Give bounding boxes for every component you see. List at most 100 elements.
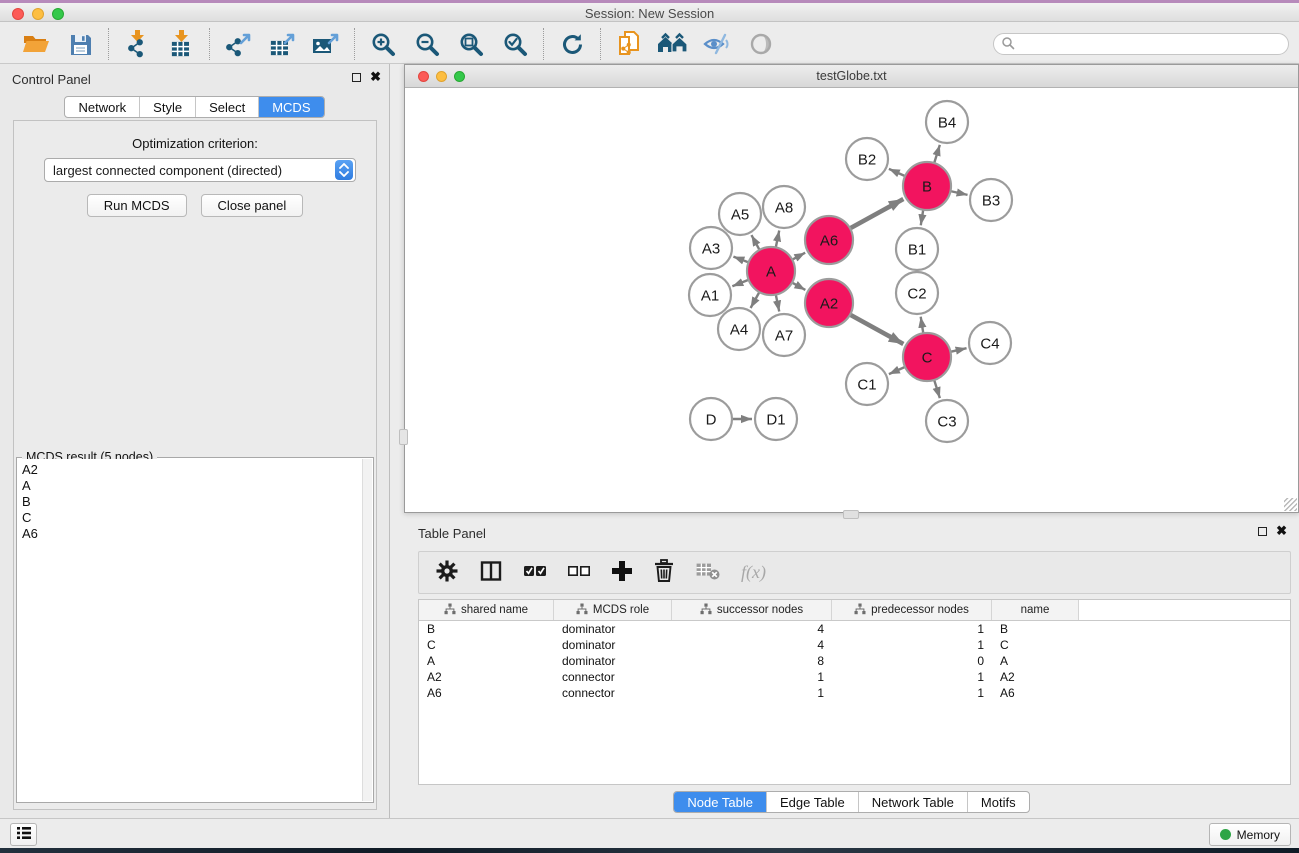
optimization-criterion-dropdown[interactable]: largest connected component (directed)	[44, 158, 356, 182]
column-header-shared-name[interactable]: shared name	[419, 600, 554, 620]
table-cell[interactable]: dominator	[554, 622, 672, 636]
table-cell[interactable]: 1	[832, 686, 992, 700]
graph-edge[interactable]	[889, 367, 905, 374]
vertical-splitter-grip[interactable]	[399, 429, 408, 445]
table-cell[interactable]: B	[992, 622, 1079, 636]
graph-edge[interactable]	[889, 169, 905, 176]
duplicate-network-button[interactable]	[611, 27, 647, 61]
open-folder-button[interactable]	[18, 27, 54, 61]
refresh-button[interactable]	[554, 27, 590, 61]
table-cell[interactable]: 4	[672, 622, 832, 636]
table-cell[interactable]: A2	[992, 670, 1079, 684]
graph-edge[interactable]	[751, 235, 759, 250]
zoom-fit-button[interactable]	[453, 27, 489, 61]
task-history-button[interactable]	[10, 823, 37, 846]
graph-node-D[interactable]: D	[690, 398, 732, 440]
tab-node-table[interactable]: Node Table	[674, 792, 766, 812]
graph-node-B3[interactable]: B3	[970, 179, 1012, 221]
table-cell[interactable]: A	[992, 654, 1079, 668]
table-row[interactable]: A2connector11A2	[419, 669, 1290, 685]
result-scrollbar[interactable]	[362, 459, 372, 801]
gear-button[interactable]	[435, 556, 459, 590]
tab-style[interactable]: Style	[139, 97, 195, 117]
mcds-result-list[interactable]: A2ABCA6	[18, 459, 362, 801]
network-canvas[interactable]: B4B2BB3A5A8A6B1A3AA1C2A2A4A7C4CC1C3DD1	[405, 89, 1298, 512]
column-header-successor-nodes[interactable]: successor nodes	[672, 600, 832, 620]
table-cell[interactable]: A2	[419, 670, 554, 684]
graph-node-A7[interactable]: A7	[763, 314, 805, 356]
float-panel-icon[interactable]	[352, 73, 361, 82]
zoom-out-button[interactable]	[409, 27, 445, 61]
graph-node-B2[interactable]: B2	[846, 138, 888, 180]
table-cell[interactable]: 1	[672, 686, 832, 700]
import-table-button[interactable]	[163, 27, 199, 61]
tab-edge-table[interactable]: Edge Table	[766, 792, 858, 812]
zoom-in-button[interactable]	[365, 27, 401, 61]
graph-edge[interactable]	[732, 280, 748, 286]
select-all-button[interactable]	[523, 556, 547, 590]
table-cell[interactable]: connector	[554, 670, 672, 684]
graph-node-A5[interactable]: A5	[719, 193, 761, 235]
graph-node-A8[interactable]: A8	[763, 186, 805, 228]
result-item[interactable]: A2	[22, 462, 362, 478]
export-image-button[interactable]	[308, 27, 344, 61]
graph-node-C3[interactable]: C3	[926, 400, 968, 442]
window-resize-grip[interactable]	[1284, 498, 1297, 511]
search-input[interactable]	[1015, 37, 1288, 51]
export-network-button[interactable]	[220, 27, 256, 61]
graph-edge[interactable]	[850, 315, 903, 344]
network-graph[interactable]: B4B2BB3A5A8A6B1A3AA1C2A2A4A7C4CC1C3DD1	[405, 89, 1298, 512]
graph-edge[interactable]	[921, 317, 924, 334]
column-header-name[interactable]: name	[992, 600, 1079, 620]
table-cell[interactable]: A6	[419, 686, 554, 700]
delete-row-button[interactable]	[653, 556, 675, 590]
graph-node-C1[interactable]: C1	[846, 363, 888, 405]
table-cell[interactable]: A	[419, 654, 554, 668]
result-item[interactable]: A6	[22, 526, 362, 542]
table-cell[interactable]: 1	[832, 638, 992, 652]
table-cell[interactable]: 4	[672, 638, 832, 652]
table-cell[interactable]: B	[419, 622, 554, 636]
tab-network[interactable]: Network	[65, 97, 139, 117]
table-cell[interactable]: 1	[672, 670, 832, 684]
graph-node-A2[interactable]: A2	[805, 279, 853, 327]
column-header-predecessor-nodes[interactable]: predecessor nodes	[832, 600, 992, 620]
split-columns-button[interactable]	[479, 556, 503, 590]
table-cell[interactable]: dominator	[554, 654, 672, 668]
float-table-panel-icon[interactable]	[1258, 527, 1267, 536]
search-box[interactable]	[993, 33, 1289, 55]
result-item[interactable]: A	[22, 478, 362, 494]
deselect-all-button[interactable]	[567, 556, 591, 590]
export-table-button[interactable]	[264, 27, 300, 61]
graph-edge[interactable]	[950, 348, 966, 352]
table-row[interactable]: Bdominator41B	[419, 621, 1290, 637]
graph-edge[interactable]	[934, 380, 940, 398]
graph-edge[interactable]	[733, 257, 748, 263]
table-row[interactable]: Cdominator41C	[419, 637, 1290, 653]
table-cell[interactable]: connector	[554, 686, 672, 700]
graph-node-C[interactable]: C	[903, 333, 951, 381]
table-cell[interactable]: 1	[832, 670, 992, 684]
graph-edge[interactable]	[776, 295, 779, 312]
graph-node-B[interactable]: B	[903, 162, 951, 210]
tab-mcds[interactable]: MCDS	[258, 97, 323, 117]
first-neighbors-button[interactable]	[655, 27, 691, 61]
horizontal-splitter-grip[interactable]	[843, 510, 859, 519]
network-window-titlebar[interactable]: testGlobe.txt	[405, 65, 1298, 88]
table-cell[interactable]: C	[992, 638, 1079, 652]
node-table[interactable]: shared nameMCDS rolesuccessor nodesprede…	[418, 599, 1291, 785]
table-row[interactable]: Adominator80A	[419, 653, 1290, 669]
tab-select[interactable]: Select	[195, 97, 258, 117]
memory-button[interactable]: Memory	[1209, 823, 1291, 846]
table-cell[interactable]: 8	[672, 654, 832, 668]
zoom-selected-button[interactable]	[497, 27, 533, 61]
graph-edge[interactable]	[950, 191, 967, 195]
graph-edge[interactable]	[921, 210, 923, 226]
close-table-panel-icon[interactable]: ✖	[1276, 526, 1287, 536]
graph-edge[interactable]	[751, 292, 760, 308]
table-cell[interactable]: dominator	[554, 638, 672, 652]
graph-node-B1[interactable]: B1	[896, 228, 938, 270]
table-cell[interactable]: C	[419, 638, 554, 652]
graph-node-A3[interactable]: A3	[690, 227, 732, 269]
graph-node-C2[interactable]: C2	[896, 272, 938, 314]
